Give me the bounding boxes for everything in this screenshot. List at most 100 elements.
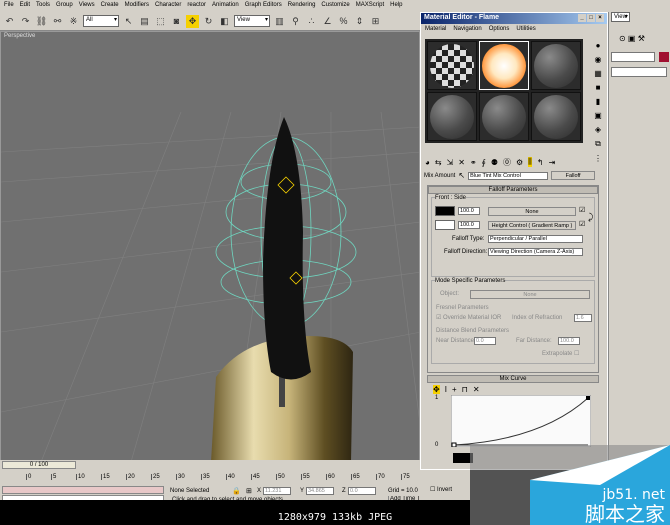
object-pick-button[interactable]: None <box>470 290 590 299</box>
sample-slot-flame[interactable] <box>479 41 529 90</box>
unlink-icon[interactable]: ⚯ <box>51 15 64 28</box>
show-end-result-icon[interactable]: ⫼ <box>528 157 532 167</box>
add-point-icon[interactable]: + <box>452 385 457 394</box>
reset-icon[interactable]: ✕ <box>458 158 465 167</box>
bind-space-warp-icon[interactable]: ※ <box>67 15 80 28</box>
menu-item[interactable]: Modifiers <box>125 2 149 10</box>
swap-colors-icon[interactable]: ⤸ <box>588 212 593 223</box>
near-distance-spinner[interactable]: 0.0 <box>474 337 496 345</box>
perspective-viewport[interactable]: Perspective <box>0 31 420 461</box>
put-to-library-icon[interactable]: ⚉ <box>491 158 498 167</box>
falloff-direction-dropdown[interactable]: Viewing Direction (Camera Z-Axis) <box>488 248 583 256</box>
percent-snap-icon[interactable]: % <box>337 15 350 28</box>
window-crossing-icon[interactable]: ◙ <box>170 15 183 28</box>
flame-mesh[interactable] <box>263 117 311 380</box>
command-panel-tabs[interactable]: ⊙ ▣ ⚒ <box>619 34 645 43</box>
menu-item[interactable]: Graph Editors <box>245 2 282 10</box>
assign-material-icon[interactable]: ⇲ <box>447 158 454 167</box>
curve-point[interactable] <box>451 442 457 447</box>
material-menu-item[interactable]: Options <box>489 26 510 32</box>
make-copy-icon[interactable]: ⚭ <box>470 158 477 167</box>
side-color-swatch[interactable] <box>435 220 455 230</box>
material-name-dropdown[interactable]: Blue Tint Mix Control <box>468 171 549 180</box>
map-type-button[interactable]: Falloff <box>551 171 596 180</box>
menu-item[interactable]: Group <box>56 2 73 10</box>
material-menu-item[interactable]: Material <box>425 26 446 32</box>
rotate-icon[interactable]: ↻ <box>202 15 215 28</box>
spinner-snap-icon[interactable]: ⇕ <box>353 15 366 28</box>
named-selection-icon[interactable]: ⊞ <box>369 15 382 28</box>
sample-slot[interactable] <box>479 92 529 141</box>
snap-3d-icon[interactable]: ∴ <box>305 15 318 28</box>
menu-item[interactable]: File <box>4 2 14 10</box>
delete-point-icon[interactable]: ✕ <box>473 385 480 394</box>
menu-item[interactable]: Edit <box>20 2 30 10</box>
side-map-checkbox[interactable]: ☑ <box>579 220 585 228</box>
override-ior-checkbox[interactable]: ☑ Override Material IOR <box>436 314 501 321</box>
uv-tiling-icon[interactable]: ■ <box>596 83 601 92</box>
mix-curve-graph[interactable] <box>451 395 591 447</box>
select-object-icon[interactable]: ↖ <box>122 15 135 28</box>
invert-checkbox[interactable]: ☐ Invert <box>430 486 452 493</box>
go-forward-sibling-icon[interactable]: ⇥ <box>549 158 556 167</box>
backlight-icon[interactable]: ◉ <box>595 55 602 64</box>
show-map-icon[interactable]: ⚙ <box>516 158 523 167</box>
select-by-material-icon[interactable]: ⧉ <box>595 139 601 149</box>
sample-slot[interactable] <box>531 92 581 141</box>
modifier-list-dropdown[interactable] <box>611 67 667 77</box>
minimize-button[interactable]: _ <box>578 14 586 22</box>
object-name-field[interactable] <box>611 52 655 62</box>
menu-item[interactable]: Character <box>155 2 181 10</box>
sample-type-icon[interactable]: ● <box>596 41 601 50</box>
far-distance-spinner[interactable]: 100.0 <box>558 337 580 345</box>
options-icon[interactable]: ◈ <box>595 125 601 134</box>
select-by-name-icon[interactable]: ▤ <box>138 15 151 28</box>
rect-selection-icon[interactable]: ⬚ <box>154 15 167 28</box>
extrapolate-checkbox[interactable]: Extrapolate ☐ <box>542 350 579 357</box>
sample-slot[interactable] <box>531 41 581 90</box>
material-menu-item[interactable]: Navigation <box>453 26 481 32</box>
menu-item[interactable]: Tools <box>36 2 50 10</box>
sample-slot-checker[interactable] <box>427 41 477 90</box>
video-color-check-icon[interactable]: ▮ <box>596 97 600 106</box>
y-coord-field[interactable]: 34.865 <box>306 487 334 495</box>
timeline-ruler[interactable]: 0 5 10 15 20 25 30 35 40 45 50 55 60 65 70 75 <box>26 471 420 483</box>
falloff-parameters-header[interactable]: Falloff Parameters <box>428 186 598 194</box>
ior-spinner[interactable]: 1.6 <box>574 314 592 322</box>
side-amount-spinner[interactable]: 100.0 <box>458 221 480 229</box>
menu-item[interactable]: reactor <box>187 2 206 10</box>
link-icon[interactable]: ⛓ <box>35 15 48 28</box>
front-map-button[interactable]: None <box>488 207 576 216</box>
mix-curve-header[interactable]: Mix Curve <box>427 375 599 383</box>
pick-material-icon[interactable]: ↖ <box>458 171 465 180</box>
front-amount-spinner[interactable]: 100.0 <box>458 207 480 215</box>
material-effects-icon[interactable]: ⓪ <box>503 157 511 168</box>
pivot-icon[interactable]: ▥ <box>273 15 286 28</box>
background-icon[interactable]: ▦ <box>594 69 602 78</box>
menu-item[interactable]: Rendering <box>288 2 316 10</box>
angle-snap-icon[interactable]: ∠ <box>321 15 334 28</box>
curve-point[interactable] <box>586 396 590 400</box>
move-icon[interactable]: ✥ <box>186 14 199 28</box>
z-coord-field[interactable]: 0.0 <box>348 487 376 495</box>
scale-point-icon[interactable]: Ι <box>445 385 447 394</box>
lock-selection-icon[interactable]: 🔒 <box>232 487 241 495</box>
reference-coord-dropdown[interactable]: View <box>234 15 270 27</box>
close-button[interactable]: × <box>596 14 604 22</box>
time-slider[interactable]: 0 / 100 <box>2 461 76 469</box>
redo-icon[interactable]: ↷ <box>19 15 32 28</box>
front-map-checkbox[interactable]: ☑ <box>579 206 585 214</box>
maxscript-listener-mini[interactable] <box>2 486 164 494</box>
menu-item[interactable]: MAXScript <box>356 2 384 10</box>
selection-filter-dropdown[interactable]: All <box>83 15 119 27</box>
undo-icon[interactable]: ↶ <box>3 15 16 28</box>
absolute-mode-icon[interactable]: ⊞ <box>246 487 252 495</box>
object-color-swatch[interactable] <box>659 52 669 62</box>
menu-item[interactable]: Customize <box>321 2 349 10</box>
view-dropdown[interactable]: View <box>611 12 630 22</box>
sample-slot[interactable] <box>427 92 477 141</box>
side-map-button[interactable]: Height Control ( Gradient Ramp ) <box>488 221 576 230</box>
menu-item[interactable]: Create <box>101 2 119 10</box>
menu-item[interactable]: Views <box>79 2 95 10</box>
get-material-icon[interactable]: ◕ <box>425 158 430 167</box>
